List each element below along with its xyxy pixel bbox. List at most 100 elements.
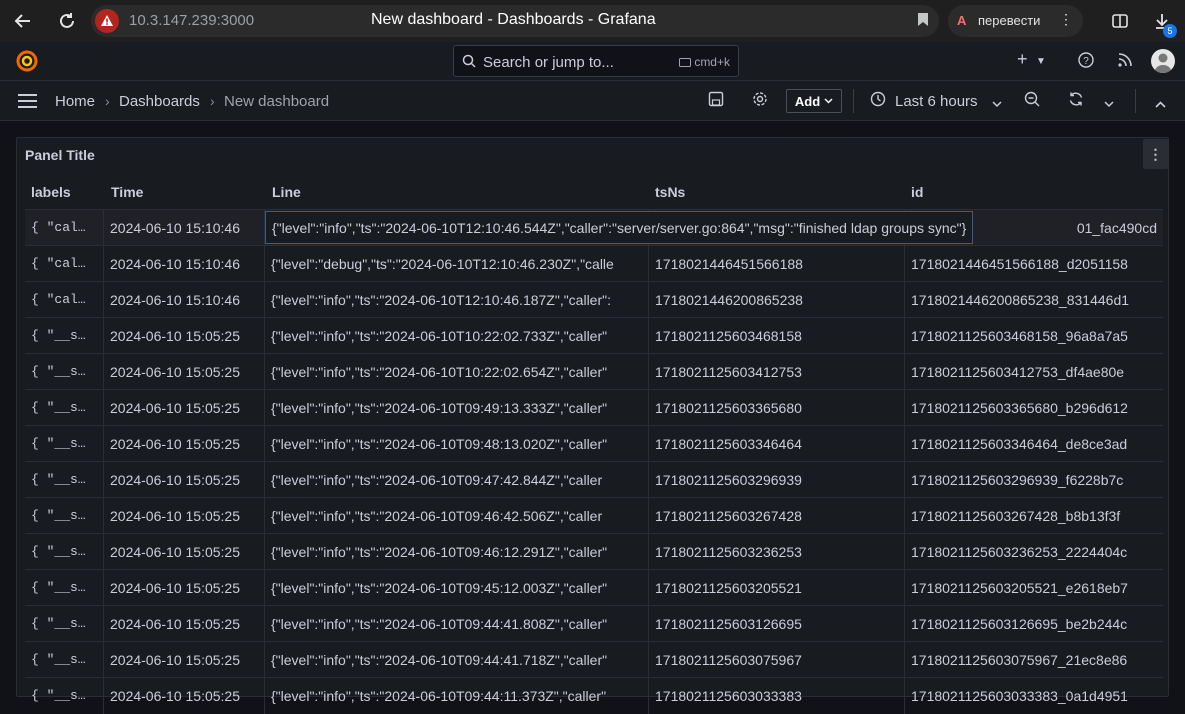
table-row[interactable]: { "__s… 2024-06-10 15:05:25 {"level":"info… xyxy=(25,497,1163,534)
cell-labels[interactable]: { "__s… xyxy=(25,534,104,570)
refresh-interval-chevron-icon[interactable] xyxy=(1104,95,1114,112)
table-row[interactable]: { "cal… 2024-06-10 15:10:46 {"level":"debu… xyxy=(25,245,1163,282)
cell-line[interactable]: {"level":"info","ts":"2024-06-10T09:44:4… xyxy=(265,606,649,642)
time-range-picker[interactable]: Last 6 hours xyxy=(895,93,978,110)
cell-tsns[interactable]: 1718021125603236253 xyxy=(649,534,905,570)
reload-icon[interactable] xyxy=(55,9,79,33)
cell-id[interactable]: 1718021125603236253_2224404c xyxy=(905,534,1163,570)
refresh-icon[interactable] xyxy=(1068,91,1084,111)
cell-line[interactable]: {"level":"info","ts":"2024-06-10T09:46:1… xyxy=(265,534,649,570)
cell-id[interactable]: 1718021446200865238_831446d1 xyxy=(905,282,1163,318)
column-header-tsns[interactable]: tsNs xyxy=(655,184,685,200)
new-plus-icon[interactable]: + xyxy=(1017,49,1028,70)
cell-line[interactable]: {"level":"debug","ts":"2024-06-10T12:10:… xyxy=(265,246,649,282)
cell-line[interactable]: {"level":"info","ts":"2024-06-10T10:22:0… xyxy=(265,354,649,390)
cell-labels[interactable]: { "__s… xyxy=(25,318,104,354)
cell-line[interactable]: {"level":"info","ts":"2024-06-10T09:49:1… xyxy=(265,390,649,426)
cell-id[interactable]: 1718021446451566188_d2051158 xyxy=(905,246,1163,282)
breadcrumb-dashboards[interactable]: Dashboards xyxy=(119,93,200,110)
cell-line[interactable]: {"level":"info","ts":"2024-06-10T09:48:1… xyxy=(265,426,649,462)
table-row[interactable]: { "__s… 2024-06-10 15:05:25 {"level":"info… xyxy=(25,569,1163,606)
extensions-icon[interactable] xyxy=(1108,9,1132,33)
cell-time[interactable]: 2024-06-10 15:05:25 xyxy=(104,318,265,354)
panel-title[interactable]: Panel Title xyxy=(25,147,95,163)
cell-line[interactable]: {"level":"info","ts":"2024-06-10T09:44:4… xyxy=(265,642,649,678)
cell-id[interactable]: 1718021125603296939_f6228b7c xyxy=(905,462,1163,498)
table-row[interactable]: { "__s… 2024-06-10 15:05:25 {"level":"info… xyxy=(25,353,1163,390)
cell-id[interactable]: 1718021125603412753_df4ae80e xyxy=(905,354,1163,390)
cell-tsns[interactable]: 1718021446451566188 xyxy=(649,246,905,282)
cell-labels[interactable]: { "__s… xyxy=(25,498,104,534)
cell-labels[interactable]: { "__s… xyxy=(25,390,104,426)
table-row[interactable]: { "__s… 2024-06-10 15:05:25 {"level":"info… xyxy=(25,389,1163,426)
cell-labels[interactable]: { "__s… xyxy=(25,570,104,606)
table-row[interactable]: { "__s… 2024-06-10 15:05:25 {"level":"info… xyxy=(25,425,1163,462)
breadcrumb-home[interactable]: Home xyxy=(55,93,95,110)
cell-time[interactable]: 2024-06-10 15:05:25 xyxy=(104,354,265,390)
column-header-line[interactable]: Line xyxy=(272,184,301,200)
table-row[interactable]: { "__s… 2024-06-10 15:05:25 {"level":"info… xyxy=(25,605,1163,642)
search-bar[interactable]: Search or jump to... cmd+k xyxy=(453,45,739,77)
cell-time[interactable]: 2024-06-10 15:05:25 xyxy=(104,642,265,678)
table-row[interactable]: { "__s… 2024-06-10 15:05:25 {"level":"info… xyxy=(25,533,1163,570)
cell-tsns[interactable]: 1718021125603205521 xyxy=(649,570,905,606)
cell-id[interactable]: 1718021125603126695_be2b244c xyxy=(905,606,1163,642)
table-row[interactable]: { "__s… 2024-06-10 15:05:25 {"level":"info… xyxy=(25,461,1163,498)
cell-labels[interactable]: { "__s… xyxy=(25,462,104,498)
cell-id[interactable]: 1718021125603365680_b296d612 xyxy=(905,390,1163,426)
cell-line[interactable]: {"level":"info","ts":"2024-06-10T12:10:4… xyxy=(265,282,649,318)
cell-labels[interactable]: { "__s… xyxy=(25,426,104,462)
panel-menu-icon[interactable]: ⋮ xyxy=(1143,139,1168,169)
expanded-line-cell[interactable]: {"level":"info","ts":"2024-06-10T12:10:4… xyxy=(265,211,974,244)
cell-tsns[interactable]: 1718021125603033383 xyxy=(649,678,905,714)
cell-id[interactable]: 1718021125603346464_de8ce3ad xyxy=(905,426,1163,462)
cell-time[interactable]: 2024-06-10 15:05:25 xyxy=(104,570,265,606)
cell-line[interactable]: {"level":"info","ts":"2024-06-10T09:44:1… xyxy=(265,678,649,714)
cell-labels[interactable]: { "__s… xyxy=(25,606,104,642)
cell-tsns[interactable]: 1718021125603365680 xyxy=(649,390,905,426)
cell-id[interactable]: 1718021125603033383_0a1d4951 xyxy=(905,678,1163,714)
cell-tsns[interactable]: 1718021125603267428 xyxy=(649,498,905,534)
add-button[interactable]: Add xyxy=(786,89,842,113)
cell-labels[interactable]: { "__s… xyxy=(25,642,104,678)
user-avatar-icon[interactable] xyxy=(1151,49,1175,73)
cell-time[interactable]: 2024-06-10 15:10:46 xyxy=(104,246,265,282)
cell-time[interactable]: 2024-06-10 15:05:25 xyxy=(104,498,265,534)
cell-tsns[interactable]: 1718021125603412753 xyxy=(649,354,905,390)
menu-icon[interactable] xyxy=(18,94,37,112)
grafana-logo-icon[interactable] xyxy=(16,50,38,72)
cell-tsns[interactable]: 1718021125603468158 xyxy=(649,318,905,354)
table-row[interactable]: { "__s… 2024-06-10 15:05:25 {"level":"info… xyxy=(25,317,1163,354)
bookmark-icon[interactable] xyxy=(917,12,929,30)
column-header-labels[interactable]: labels xyxy=(31,184,71,200)
cell-labels[interactable]: { "cal… xyxy=(25,246,104,282)
cell-time[interactable]: 2024-06-10 15:05:25 xyxy=(104,606,265,642)
cell-line[interactable]: {"level":"info","ts":"2024-06-10T09:46:4… xyxy=(265,498,649,534)
table-row[interactable]: { "__s… 2024-06-10 15:05:25 {"level":"info… xyxy=(25,677,1163,714)
cell-time[interactable]: 2024-06-10 15:10:46 xyxy=(104,282,265,318)
cell-tsns[interactable]: 1718021125603075967 xyxy=(649,642,905,678)
cell-line[interactable]: {"level":"info","ts":"2024-06-10T09:45:1… xyxy=(265,570,649,606)
cell-line[interactable]: {"level":"info","ts":"2024-06-10T09:47:4… xyxy=(265,462,649,498)
chevron-down-icon[interactable]: ▼ xyxy=(1036,56,1046,67)
table-row[interactable]: { "cal…2024-06-10 15:10:46{"level":"info… xyxy=(25,281,1163,318)
cell-id[interactable]: 1718021125603468158_96a8a7a5 xyxy=(905,318,1163,354)
cell-time[interactable]: 2024-06-10 15:05:25 xyxy=(104,678,265,714)
translate-button[interactable]: A перевести ⋮ xyxy=(948,5,1083,37)
cell-labels[interactable]: { "__s… xyxy=(25,354,104,390)
cell-time[interactable]: 2024-06-10 15:05:25 xyxy=(104,390,265,426)
column-header-time[interactable]: Time xyxy=(111,184,143,200)
table-row[interactable]: { "cal…2024-06-10 15:10:46{"level":"info… xyxy=(25,209,1163,246)
cell-id[interactable]: 1718021125603267428_b8b13f3f xyxy=(905,498,1163,534)
chevron-down-icon[interactable] xyxy=(992,95,1002,112)
more-vert-icon[interactable]: ⋮ xyxy=(1059,11,1073,28)
cell-labels[interactable]: { "cal… xyxy=(25,282,104,318)
cell-line[interactable]: {"level":"info","ts":"2024-06-10T10:22:0… xyxy=(265,318,649,354)
cell-tsns[interactable]: 1718021125603346464 xyxy=(649,426,905,462)
cell-id[interactable]: 1718021125603205521_e2618eb7 xyxy=(905,570,1163,606)
cell-time[interactable]: 2024-06-10 15:05:25 xyxy=(104,462,265,498)
zoom-out-icon[interactable] xyxy=(1024,91,1040,111)
table-row[interactable]: { "__s… 2024-06-10 15:05:25 {"level":"info… xyxy=(25,641,1163,678)
save-dashboard-icon[interactable] xyxy=(708,91,724,111)
cell-id[interactable]: 1718021125603075967_21ec8e86 xyxy=(905,642,1163,678)
